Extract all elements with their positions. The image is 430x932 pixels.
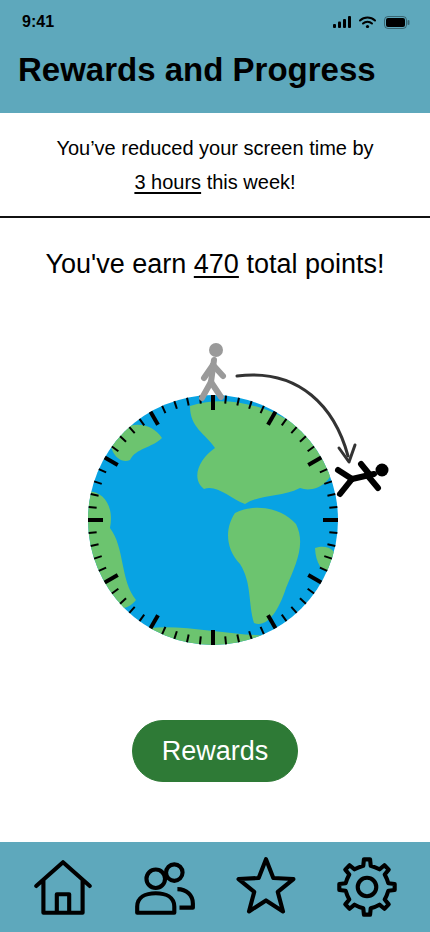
clock-tick [129,607,134,613]
clock-tick [300,436,306,441]
clock-tick [211,630,215,645]
screen-time-prefix: You’ve reduced your screen time by [10,131,420,165]
clock-tick [174,631,176,639]
app-screen: 9:41 Rewards [0,0,430,932]
clock-tick [88,518,103,522]
clock-tick [237,398,239,406]
people-icon [131,854,197,920]
clock-tick [162,627,165,634]
progress-illustration [0,298,430,648]
clock-tick [291,607,296,613]
clock-tick [91,494,99,496]
clock-tick [268,615,276,628]
clock-tick [323,518,338,522]
clock-tick [94,481,102,483]
settings-nav-button[interactable] [330,850,404,924]
clock-tick [329,506,337,509]
screen-time-summary: You’ve reduced your screen time by 3 hou… [0,113,430,218]
clock-tick [300,598,306,603]
clock-tick [120,598,126,603]
clock-tick [187,398,189,406]
clock-tick [320,469,327,472]
spacer [0,782,430,842]
clock-tick [324,556,332,558]
points-prefix: You've earn [46,249,187,279]
clock-tick [91,544,99,546]
bottom-nav [0,842,430,932]
clock-tick [94,556,102,558]
clock-tick [324,481,332,483]
clock-tick [105,457,118,465]
clock-tick [320,568,327,571]
page-title: Rewards and Progress [0,44,430,113]
rewards-nav-button[interactable] [229,850,303,924]
status-time: 9:41 [22,10,54,34]
clock-tick [308,589,314,594]
clock-tick [151,412,159,425]
clock-tick [199,636,202,644]
globe-clock-icon [40,298,390,648]
clock-tick [140,419,145,425]
clock-tick [129,427,134,433]
clock-tick [327,544,335,546]
screen-time-amount: 3 hours [134,171,201,193]
clock-tick [140,615,145,621]
clock-tick [187,634,189,642]
status-bar: 9:41 [0,0,430,44]
clock-tick [327,494,335,496]
clock-tick [308,575,321,583]
points-suffix: total points! [246,249,384,279]
screen-time-line: 3 hours this week! [10,165,420,199]
clock-tick [174,401,176,409]
clock-tick [89,506,97,509]
clock-tick [105,575,118,583]
star-icon [233,854,299,920]
clock-tick [249,401,251,409]
points-summary: You've earn 470 total points! [0,248,430,280]
rewards-button-row: Rewards [0,648,430,782]
friends-nav-button[interactable] [127,850,201,924]
clock-tick [308,457,321,465]
clock-tick [261,406,264,413]
wifi-icon [359,16,376,28]
gear-icon [334,854,400,920]
signal-icon [333,16,351,28]
clock-tick [224,396,227,404]
clock-tick [282,419,287,425]
clock-tick [261,627,264,634]
clock-tick [268,412,276,425]
clock-tick [112,589,118,594]
points-amount: 470 [194,249,239,279]
home-icon [30,854,96,920]
home-nav-button[interactable] [26,850,100,924]
clock-tick [237,634,239,642]
clock-tick [99,469,106,472]
clock-tick [249,631,251,639]
clock-tick [112,447,118,452]
clock-tick [224,636,227,644]
status-icons [333,16,410,29]
battery-icon [384,16,410,29]
clock-tick [211,395,215,410]
clock-tick [89,531,97,534]
clock-tick [120,436,126,441]
clock-tick [99,568,106,571]
clock-tick [291,427,296,433]
clock-tick [151,615,159,628]
header-bar: 9:41 Rewards [0,0,430,113]
screen-time-suffix: this week! [207,171,296,193]
clock-tick [162,406,165,413]
clock-tick [329,531,337,534]
rewards-button[interactable]: Rewards [132,720,298,782]
clock-tick [308,447,314,452]
clock-tick [282,615,287,621]
